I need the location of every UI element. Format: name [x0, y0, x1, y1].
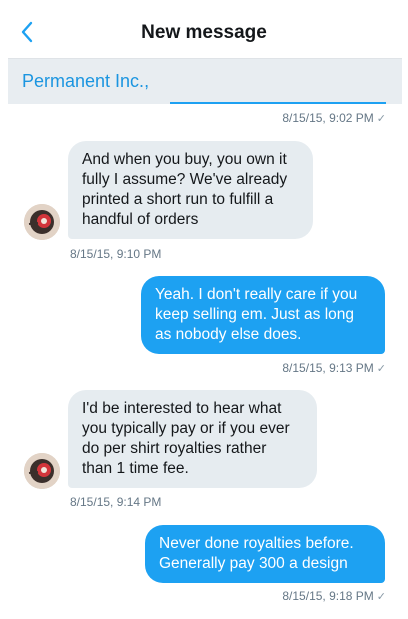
- avatar[interactable]: [24, 204, 60, 240]
- message-line: I'd be interested to hear what: [82, 400, 282, 417]
- incoming-message-bubble[interactable]: I'd be interested to hear what you typic…: [68, 390, 317, 488]
- avatar[interactable]: [24, 453, 60, 489]
- message-line: as nobody else does.: [155, 326, 302, 343]
- recipient-token[interactable]: Permanent Inc.,: [22, 71, 149, 92]
- message-timestamp: 8/15/15, 9:13 PM ✓: [282, 361, 386, 375]
- message-line: printed a short run to fulfill a: [82, 191, 274, 208]
- read-receipt-icon: ✓: [376, 113, 386, 125]
- message-line: you typically pay or if you ever: [82, 420, 290, 437]
- recipient-field[interactable]: Permanent Inc.,: [8, 58, 402, 104]
- navigation-bar: New message: [0, 0, 408, 58]
- message-timestamp: 8/15/15, 9:18 PM ✓: [282, 589, 386, 603]
- outgoing-bubble-partial: [170, 102, 386, 104]
- incoming-message-bubble[interactable]: And when you buy, you own it fully I ass…: [68, 141, 313, 239]
- message-line: than 1 time fee.: [82, 460, 189, 477]
- outgoing-message-bubble[interactable]: Never done royalties before. Generally p…: [145, 525, 385, 583]
- message-line: fully I assume? We've already: [82, 171, 288, 188]
- message-timestamp: 8/15/15, 9:14 PM: [70, 495, 162, 509]
- message-line: handful of orders: [82, 211, 199, 228]
- message-line: do per shirt royalties rather: [82, 440, 267, 457]
- message-timestamp: 8/15/15, 9:02 PM ✓: [282, 111, 386, 125]
- message-line: And when you buy, you own it: [82, 151, 287, 168]
- outgoing-message-bubble[interactable]: Yeah. I don't really care if you keep se…: [141, 276, 385, 354]
- read-receipt-icon: ✓: [376, 363, 386, 375]
- page-title: New message: [141, 22, 267, 43]
- message-line: Yeah. I don't really care if you: [155, 286, 358, 303]
- read-receipt-icon: ✓: [376, 591, 386, 603]
- message-line: Generally pay 300 a design: [159, 555, 348, 572]
- message-timestamp: 8/15/15, 9:10 PM: [70, 247, 162, 261]
- message-line: Never done royalties before.: [159, 535, 354, 552]
- message-line: keep selling em. Just as long: [155, 306, 355, 323]
